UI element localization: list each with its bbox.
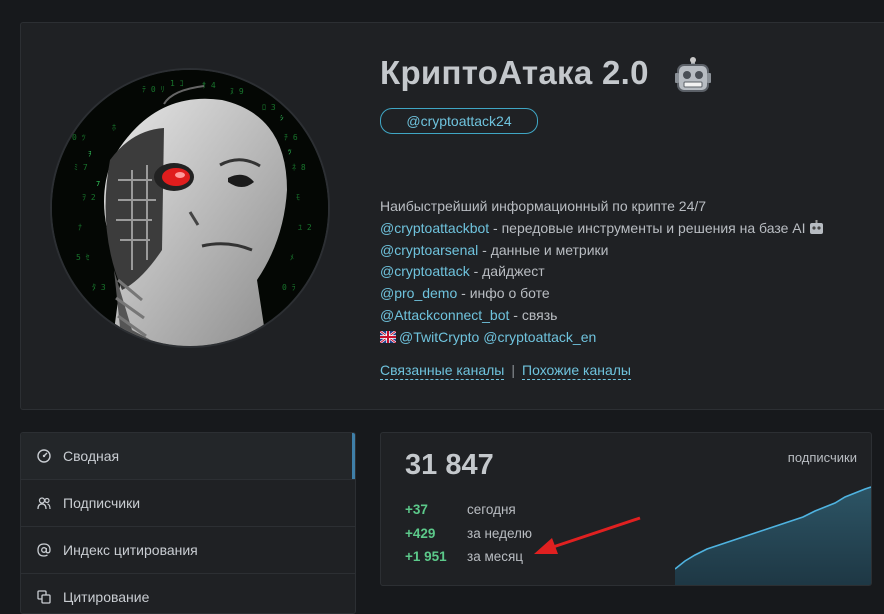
- growth-row-today: +37 сегодня: [405, 502, 516, 517]
- robot-icon: [810, 219, 824, 234]
- sidebar-item-subscribers[interactable]: Подписчики: [21, 480, 355, 527]
- svg-text:ﾀ 3: ﾀ 3: [92, 283, 106, 292]
- subscribers-stats-card: 31 847 подписчики +37 сегодня +429 за неде…: [380, 432, 872, 586]
- linked-channels-link[interactable]: Связанные каналы: [380, 362, 505, 380]
- copy-icon: [37, 590, 51, 604]
- twitcrypto-link[interactable]: @TwitCrypto: [399, 329, 479, 345]
- description-text: - дайджест: [469, 263, 545, 280]
- channel-description: Наибыстрейший информационный по крипте 2…: [380, 196, 824, 349]
- description-line: @TwitCrypto @cryptoattack_en: [380, 327, 824, 349]
- svg-text:ﾂ: ﾂ: [288, 148, 292, 156]
- growth-period: за неделю: [467, 526, 533, 541]
- description-line: @cryptoattackbot - передовые инструменты…: [380, 218, 824, 240]
- description-text: - передовые инструменты и решения на баз…: [489, 219, 806, 236]
- svg-text:ﾕ 2: ﾕ 2: [298, 223, 312, 232]
- svg-text:5 ｾ: 5 ｾ: [76, 253, 90, 262]
- svg-text:ﾐ 7: ﾐ 7: [74, 163, 88, 172]
- svg-text:ﾃ 0 ﾘ: ﾃ 0 ﾘ: [142, 85, 164, 94]
- svg-text:ﾎ: ﾎ: [112, 123, 116, 132]
- uk-flag-icon: [380, 330, 396, 343]
- svg-text:0 ﾗ: 0 ﾗ: [282, 283, 296, 292]
- svg-text:ﾁ 6: ﾁ 6: [284, 133, 298, 142]
- sidebar-item-summary[interactable]: Сводная: [21, 433, 355, 480]
- description-line: @cryptoarsenal - данные и метрики: [380, 240, 824, 262]
- pro-demo-link[interactable]: @pro_demo: [380, 285, 457, 301]
- svg-text:ﾓ: ﾓ: [296, 193, 300, 202]
- svg-text:ﾒ: ﾒ: [290, 253, 294, 262]
- svg-text:ｼ: ｼ: [280, 114, 284, 122]
- cryptoattack-en-link[interactable]: @cryptoattack_en: [483, 329, 596, 345]
- sidebar-item-label: Сводная: [63, 448, 120, 464]
- svg-text:ﾛ 3: ﾛ 3: [262, 103, 276, 112]
- links-separator: |: [511, 362, 515, 378]
- subscribers-label: подписчики: [787, 450, 857, 465]
- related-channels-links: Связанные каналы | Похожие каналы: [380, 362, 631, 380]
- users-icon: [37, 497, 51, 510]
- svg-text:ｦ 2: ｦ 2: [82, 193, 96, 202]
- growth-period: сегодня: [467, 502, 516, 517]
- cyborg-face-image: ﾊ 1 ｼ0 ﾂﾐ 7 ｦ 2ﾅ5 ｾ ﾃ 0 ﾘ1 ｺｻ 4 ﾇ 9ﾛ 3ﾁ …: [52, 70, 328, 346]
- sidebar-item-label: Цитирование: [63, 589, 150, 605]
- growth-row-week: +429 за неделю: [405, 526, 532, 541]
- cryptoattack-link[interactable]: @cryptoattack: [380, 263, 470, 279]
- svg-text:7: 7: [96, 180, 100, 188]
- channel-avatar[interactable]: ﾊ 1 ｼ0 ﾂﾐ 7 ｦ 2ﾅ5 ｾ ﾃ 0 ﾘ1 ｺｻ 4 ﾇ 9ﾛ 3ﾁ …: [50, 68, 330, 348]
- growth-row-month: +1 951 за месяц: [405, 549, 523, 564]
- sidebar-item-label: Подписчики: [63, 495, 141, 511]
- sidebar-item-label: Индекс цитирования: [63, 542, 198, 558]
- growth-value: +1 951: [405, 549, 447, 564]
- subscribers-total: 31 847: [405, 449, 494, 481]
- sidebar-item-citations[interactable]: Цитирование: [21, 574, 355, 613]
- dashboard-icon: [37, 449, 51, 463]
- cryptoattackbot-link[interactable]: @cryptoattackbot: [380, 220, 489, 236]
- growth-value: +37: [405, 502, 428, 517]
- growth-period: за месяц: [467, 549, 524, 564]
- sidebar-item-citation-index[interactable]: Индекс цитирования: [21, 527, 355, 574]
- channel-handle-button[interactable]: @cryptoattack24: [380, 108, 538, 134]
- svg-text:ﾅ: ﾅ: [78, 223, 82, 232]
- description-line: Наибыстрейший информационный по крипте 2…: [380, 198, 707, 214]
- description-text: - данные и метрики: [478, 241, 609, 258]
- robot-icon: [675, 57, 711, 92]
- svg-text:0 ﾂ: 0 ﾂ: [72, 133, 86, 142]
- svg-text:ﾇ 9: ﾇ 9: [230, 87, 244, 96]
- svg-text:ｦ: ｦ: [88, 150, 92, 158]
- subscribers-sparkline: [675, 486, 871, 585]
- at-icon: [37, 543, 51, 557]
- description-line: @cryptoattack - дайджест: [380, 261, 824, 283]
- description-text: - связь: [509, 306, 558, 323]
- description-text: - инфо о боте: [457, 285, 550, 302]
- svg-text:ｻ 4: ｻ 4: [202, 81, 216, 90]
- stats-sidebar: Сводная Подписчики Индекс цитирования Ци…: [20, 432, 356, 614]
- svg-text:1 ｺ: 1 ｺ: [170, 79, 184, 88]
- svg-text:ﾈ 8: ﾈ 8: [292, 163, 306, 172]
- growth-value: +429: [405, 526, 436, 541]
- channel-title: КриптоАтака 2.0: [380, 54, 649, 91]
- description-line: @pro_demo - инфо о боте: [380, 283, 824, 305]
- attackconnect-bot-link[interactable]: @Attackconnect_bot: [380, 307, 509, 323]
- cryptoarsenal-link[interactable]: @cryptoarsenal: [380, 242, 478, 258]
- description-line: @Attackconnect_bot - связь: [380, 305, 824, 327]
- sparkline-area: [675, 487, 871, 585]
- similar-channels-link[interactable]: Похожие каналы: [522, 362, 631, 380]
